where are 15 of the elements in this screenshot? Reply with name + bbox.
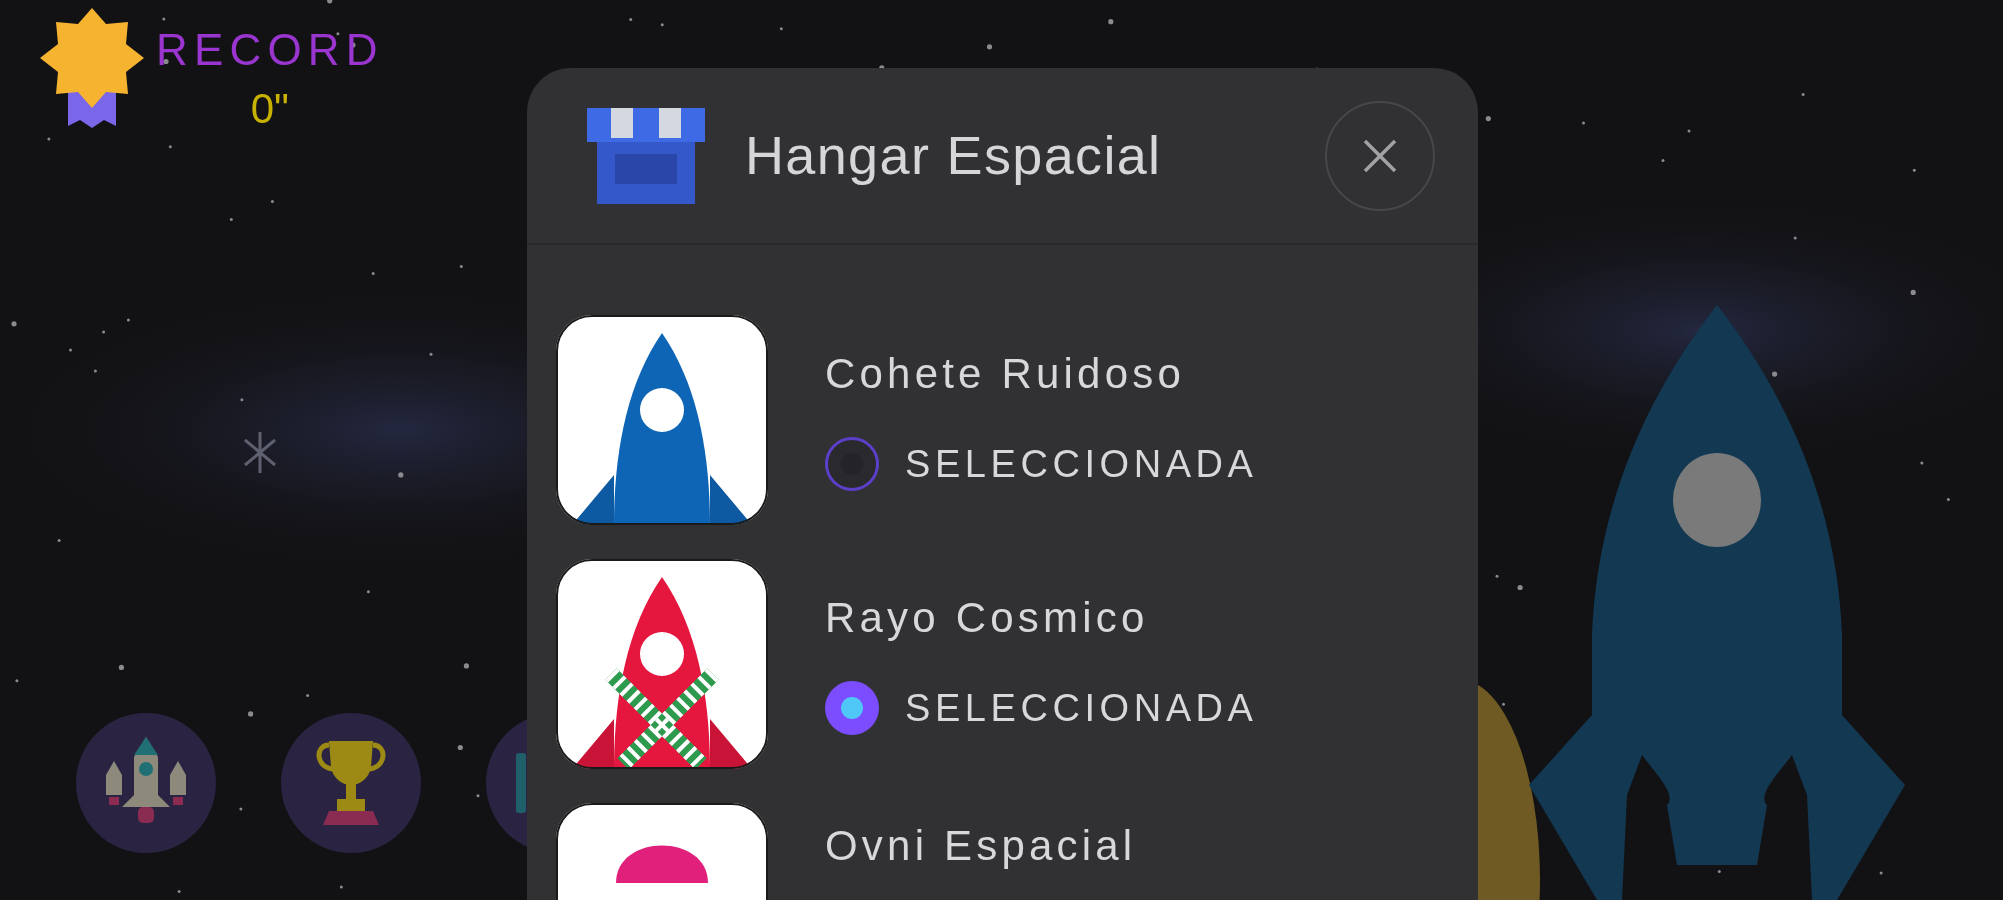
status-label: SELECCIONADA — [905, 441, 1258, 487]
close-button[interactable] — [1325, 100, 1435, 211]
ship-name: Rayo Cosmico — [825, 593, 1150, 643]
ship-thumbnail[interactable] — [556, 315, 768, 525]
radio-button[interactable] — [825, 681, 879, 735]
close-icon — [1363, 138, 1397, 173]
record-value: 0" — [250, 88, 289, 130]
radio-button[interactable] — [825, 437, 879, 491]
status-label: SELECCIONADA — [905, 685, 1258, 731]
record-label: RECORD — [156, 28, 384, 72]
ship-name: Ovni Espacial — [825, 821, 1137, 871]
store-icon — [587, 107, 705, 204]
ship-name: Cohete Ruidoso — [825, 349, 1186, 399]
dialog-title: Hangar Espacial — [745, 124, 1162, 187]
ship-thumbnail[interactable] — [556, 559, 768, 769]
